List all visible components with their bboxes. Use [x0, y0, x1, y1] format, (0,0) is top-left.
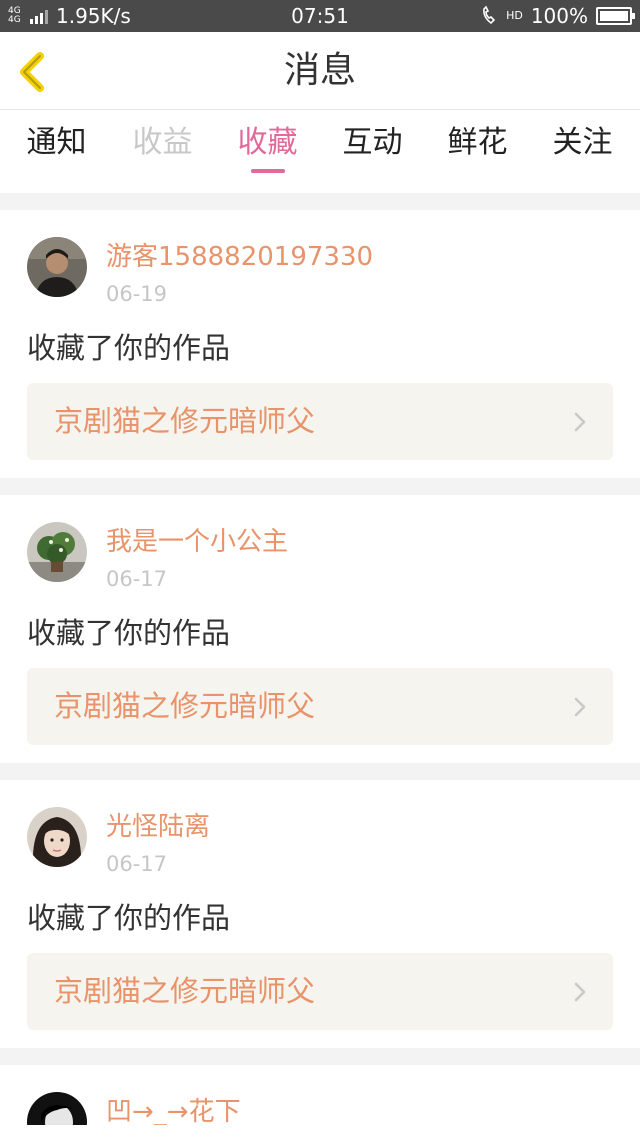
- timestamp: 06-19: [106, 282, 168, 306]
- tab-flowers[interactable]: 鲜花: [425, 111, 530, 193]
- tab-label: 通知: [26, 125, 87, 160]
- tab-interactions[interactable]: 互动: [320, 111, 425, 193]
- work-title: 京剧猫之修元暗师父: [54, 974, 316, 1008]
- page-title: 消息: [283, 50, 356, 91]
- list-item: 我是一个小公主 06-17 收藏了你的作品 京剧猫之修元暗师父: [0, 495, 640, 763]
- work-link[interactable]: 京剧猫之修元暗师父: [27, 383, 613, 460]
- nav-header: 消息: [0, 32, 640, 110]
- status-right: HD 100%: [480, 0, 635, 32]
- battery-icon: [596, 7, 635, 25]
- tab-label: 关注: [552, 125, 613, 160]
- divider: [0, 1048, 640, 1065]
- tab-label: 收益: [132, 125, 193, 160]
- username[interactable]: 我是一个小公主: [106, 525, 288, 559]
- chevron-right-icon: [574, 697, 586, 717]
- avatar[interactable]: [27, 237, 87, 297]
- username[interactable]: 光怪陆离: [106, 810, 210, 844]
- tab-earnings[interactable]: 收益: [110, 111, 215, 193]
- work-link[interactable]: 京剧猫之修元暗师父: [27, 953, 613, 1030]
- avatar[interactable]: [27, 807, 87, 867]
- avatar[interactable]: [27, 1092, 87, 1125]
- battery-percent: 100%: [530, 4, 588, 28]
- work-title: 京剧猫之修元暗师父: [54, 404, 316, 438]
- divider: [0, 478, 640, 495]
- action-text: 收藏了你的作品: [27, 616, 231, 650]
- divider: [0, 193, 640, 210]
- work-link[interactable]: 京剧猫之修元暗师父: [27, 668, 613, 745]
- chevron-right-icon: [574, 982, 586, 1002]
- active-tab-indicator: [251, 169, 285, 173]
- timestamp: 06-17: [106, 852, 168, 876]
- list-item: 凹→_→花下: [0, 1065, 640, 1125]
- hd-call-icon: HD: [480, 0, 523, 32]
- list-item: 游客1588820197330 06-19 收藏了你的作品 京剧猫之修元暗师父: [0, 210, 640, 478]
- username[interactable]: 凹→_→花下: [106, 1095, 241, 1125]
- battery-fill: [600, 11, 628, 21]
- tab-following[interactable]: 关注: [530, 111, 635, 193]
- status-bar: 4G 4G 1.95K/s 07:51 HD 100%: [0, 0, 640, 32]
- username[interactable]: 游客1588820197330: [106, 240, 373, 274]
- avatar[interactable]: [27, 522, 87, 582]
- chevron-right-icon: [574, 412, 586, 432]
- work-title: 京剧猫之修元暗师父: [54, 689, 316, 723]
- tab-notifications[interactable]: 通知: [4, 111, 109, 193]
- tab-favorites[interactable]: 收藏: [215, 111, 320, 193]
- divider: [0, 763, 640, 780]
- message-list: 游客1588820197330 06-19 收藏了你的作品 京剧猫之修元暗师父: [0, 193, 640, 1125]
- list-item: 光怪陆离 06-17 收藏了你的作品 京剧猫之修元暗师父: [0, 780, 640, 1048]
- hd-label: HD: [506, 9, 523, 22]
- tab-bar: 通知 收益 收藏 互动 鲜花 关注: [0, 111, 640, 193]
- timestamp: 06-17: [106, 567, 168, 591]
- tab-label: 鲜花: [447, 125, 508, 160]
- action-text: 收藏了你的作品: [27, 901, 231, 935]
- tab-label: 互动: [342, 125, 403, 160]
- action-text: 收藏了你的作品: [27, 331, 231, 365]
- tab-label: 收藏: [237, 125, 298, 160]
